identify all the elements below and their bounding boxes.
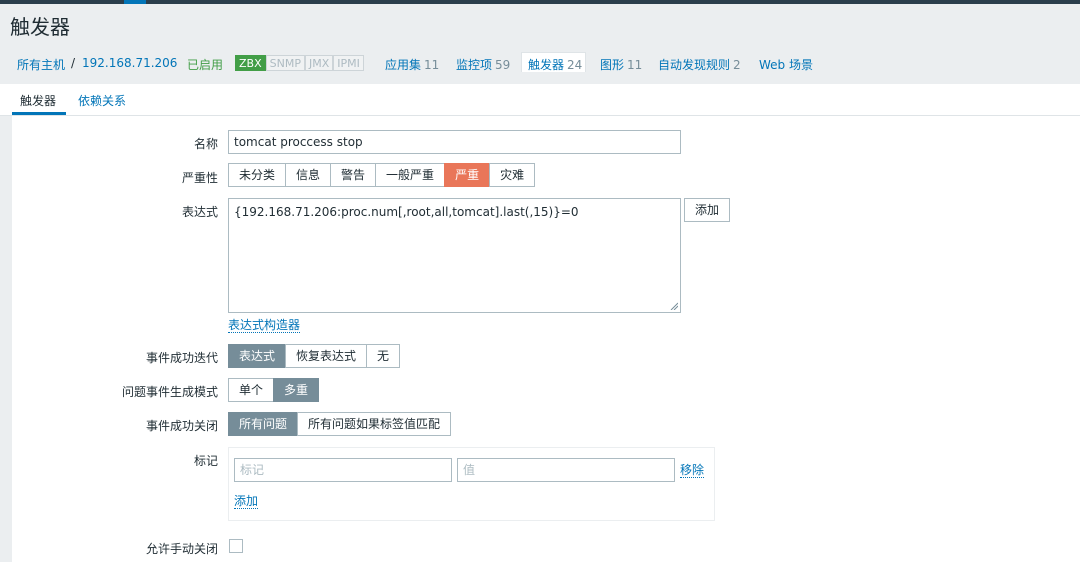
tab-trigger[interactable]: 触发器	[20, 92, 56, 109]
resize-handle-icon[interactable]	[670, 302, 678, 310]
name-label: 名称	[193, 137, 218, 151]
nav-graphs-count: 11	[627, 58, 643, 72]
nav-graphs-label: 图形	[600, 58, 625, 72]
ok-event-generation-selector: 表达式 恢复表达式 无	[228, 344, 401, 368]
breadcrumb-separator: /	[71, 56, 76, 70]
name-input[interactable]: tomcat proccess stop	[228, 130, 681, 154]
manual-close-checkbox[interactable]	[229, 539, 243, 553]
expression-text: {192.168.71.206:proc.num[,root,all,tomca…	[234, 205, 579, 219]
nav-triggers-label: 触发器	[528, 58, 565, 72]
badge-zbx: ZBX	[235, 55, 266, 71]
ok-close-all-problems[interactable]: 所有问题	[228, 412, 299, 436]
nav-applications-count: 11	[424, 58, 440, 72]
nav-triggers[interactable]: 触发器 24	[528, 56, 582, 73]
ok-event-recovery-expression[interactable]: 恢复表达式	[285, 344, 368, 368]
form-tabs: 触发器 依赖关系	[0, 84, 1080, 116]
breadcrumb: 所有主机 / 192.168.71.206 已启用 ZBX SNMP JMX I…	[0, 47, 1080, 79]
ok-event-expression[interactable]: 表达式	[228, 344, 287, 368]
tab-active-underline	[12, 112, 66, 115]
tag-remove-link[interactable]: 移除	[680, 463, 705, 478]
expression-label: 表达式	[181, 205, 218, 219]
severity-high[interactable]: 严重	[444, 163, 491, 187]
breadcrumb-host[interactable]: 192.168.71.206	[82, 56, 177, 70]
nav-discovery-rules[interactable]: 自动发现规则 2	[658, 56, 741, 73]
nav-graphs[interactable]: 图形 11	[600, 56, 642, 73]
severity-not-classified[interactable]: 未分类	[228, 163, 287, 187]
manual-close-label: 允许手动关闭	[145, 542, 218, 556]
problem-mode-selector: 单个 多重	[228, 378, 320, 402]
nav-web-scenarios-label: Web 场景	[759, 58, 813, 72]
nav-items-label: 监控项	[456, 58, 493, 72]
badge-jmx: JMX	[304, 55, 334, 71]
nav-applications-label: 应用集	[385, 58, 422, 72]
problem-mode-single[interactable]: 单个	[228, 378, 275, 402]
badge-snmp: SNMP	[265, 55, 305, 71]
ok-close-selector: 所有问题 所有问题如果标签值匹配	[228, 412, 452, 436]
nav-discovery-rules-label: 自动发现规则	[658, 58, 731, 72]
severity-warning[interactable]: 警告	[330, 163, 377, 187]
problem-mode-multiple[interactable]: 多重	[273, 378, 320, 402]
badge-ipmi: IPMI	[333, 55, 364, 71]
severity-average[interactable]: 一般严重	[375, 163, 446, 187]
expression-textarea[interactable]: {192.168.71.206:proc.num[,root,all,tomca…	[228, 198, 681, 313]
nav-items[interactable]: 监控项 59	[456, 56, 510, 73]
severity-selector: 未分类 信息 警告 一般严重 严重 灾难	[228, 163, 536, 187]
nav-applications[interactable]: 应用集 11	[385, 56, 439, 73]
expression-add-button[interactable]: 添加	[684, 198, 731, 222]
top-strip	[0, 0, 1080, 4]
nav-items-count: 59	[495, 58, 511, 72]
top-strip-accent	[124, 0, 146, 4]
tags-label: 标记	[193, 454, 218, 468]
nav-discovery-rules-count: 2	[733, 58, 741, 72]
nav-web-scenarios[interactable]: Web 场景	[759, 56, 813, 73]
tag-name-input[interactable]: 标记	[234, 458, 452, 482]
host-status-enabled[interactable]: 已启用	[187, 56, 223, 73]
severity-label: 严重性	[181, 171, 218, 185]
severity-disaster[interactable]: 灾难	[489, 163, 536, 187]
nav-triggers-count: 24	[567, 58, 583, 72]
tab-dependencies[interactable]: 依赖关系	[78, 92, 126, 109]
tag-add-link[interactable]: 添加	[234, 494, 259, 509]
availability-badges: ZBX SNMP JMX IPMI	[235, 55, 364, 71]
severity-information[interactable]: 信息	[285, 163, 332, 187]
expression-builder-link[interactable]: 表达式构造器	[228, 318, 301, 333]
ok-close-tag-match[interactable]: 所有问题如果标签值匹配	[297, 412, 452, 436]
trigger-form: 名称 tomcat proccess stop 严重性 未分类 信息 警告 一般…	[12, 116, 1080, 562]
breadcrumb-all-hosts[interactable]: 所有主机	[17, 56, 65, 73]
ok-close-label: 事件成功关闭	[145, 419, 218, 433]
tags-container: 标记 值 移除 添加	[228, 447, 715, 521]
problem-mode-label: 问题事件生成模式	[121, 385, 218, 399]
ok-event-generation-label: 事件成功迭代	[145, 351, 218, 365]
ok-event-none[interactable]: 无	[366, 344, 401, 368]
tag-value-input[interactable]: 值	[457, 458, 675, 482]
page-title: 触发器	[10, 15, 70, 39]
